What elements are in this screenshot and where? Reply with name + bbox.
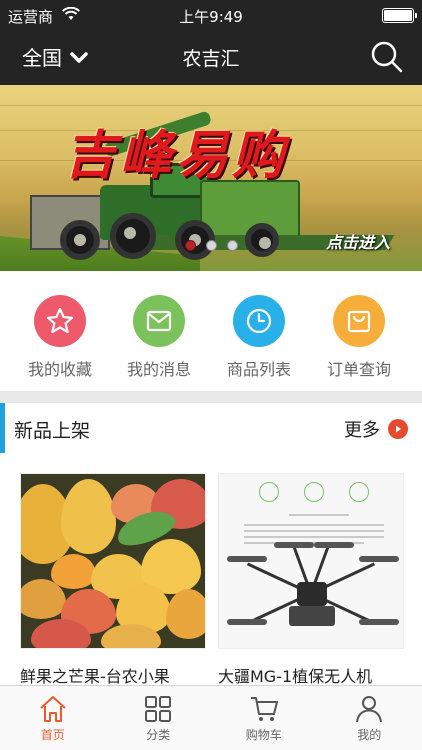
product-image-drone: [218, 473, 404, 649]
carousel-dot[interactable]: [185, 240, 196, 251]
tab-label: 首页: [40, 728, 65, 742]
promo-banner[interactable]: 吉峰易购 点击进入: [0, 85, 422, 271]
status-bar: 运营商 上午9:49: [0, 0, 422, 30]
star-icon: [34, 295, 86, 347]
tab-cart[interactable]: 购物车: [211, 686, 317, 750]
carousel-indicator: [185, 240, 238, 251]
section-divider: [0, 391, 422, 403]
new-arrivals-header: 新品上架 更多: [0, 403, 422, 453]
home-icon: [38, 694, 68, 724]
quick-link-label: 订单查询: [326, 360, 391, 379]
cart-icon: [249, 694, 279, 724]
tab-label: 购物车: [245, 728, 282, 742]
product-list: 鲜果之芒果-台农小果 大疆MG-1植保无人机: [0, 453, 422, 686]
grid-icon: [143, 694, 173, 724]
status-time: 上午9:49: [179, 8, 243, 26]
top-bar: 运营商 上午9:49 全国 农吉汇: [0, 0, 422, 85]
more-button[interactable]: 更多: [344, 416, 408, 442]
chevron-down-icon: [70, 51, 88, 63]
battery-icon: [382, 8, 417, 23]
banner-enter-link[interactable]: 点击进入: [326, 229, 390, 253]
product-image-mango: [20, 473, 206, 649]
mail-icon: [133, 295, 185, 347]
tab-category[interactable]: 分类: [106, 686, 212, 750]
quick-links: 我的收藏 我的消息 商品列表 订单查询: [0, 271, 422, 393]
quick-link-orders[interactable]: 订单查询: [309, 295, 409, 380]
tab-bar: 首页 分类 购物车 我的: [0, 685, 422, 750]
user-icon: [354, 694, 384, 724]
quick-link-messages[interactable]: 我的消息: [109, 295, 209, 380]
quick-link-label: 商品列表: [226, 360, 291, 379]
nav-bar: 全国 农吉汇: [0, 30, 422, 85]
search-button[interactable]: [370, 40, 404, 74]
region-label: 全国: [22, 46, 62, 70]
product-name: 大疆MG-1植保无人机: [218, 667, 373, 686]
tab-profile[interactable]: 我的: [317, 686, 422, 750]
section-title: 新品上架: [14, 420, 91, 442]
more-label: 更多: [344, 420, 380, 441]
carousel-dot[interactable]: [227, 240, 238, 251]
tab-home[interactable]: 首页: [0, 686, 106, 750]
quick-link-label: 我的消息: [126, 360, 191, 379]
search-icon: [371, 41, 403, 73]
quick-link-favorites[interactable]: 我的收藏: [10, 295, 110, 380]
product-card[interactable]: 大疆MG-1植保无人机: [218, 473, 404, 686]
tab-label: 我的: [357, 728, 382, 742]
banner-title: 吉峰易购: [64, 126, 289, 186]
tab-label: 分类: [146, 728, 171, 742]
play-arrow-icon: [388, 419, 408, 439]
quick-link-label: 我的收藏: [27, 360, 92, 379]
carousel-dot[interactable]: [206, 240, 217, 251]
region-selector[interactable]: 全国: [22, 42, 88, 71]
product-card[interactable]: 鲜果之芒果-台农小果: [20, 473, 206, 686]
quick-link-products[interactable]: 商品列表: [209, 295, 309, 380]
bag-icon: [333, 295, 385, 347]
clock-icon: [233, 295, 285, 347]
product-name: 鲜果之芒果-台农小果: [20, 667, 170, 686]
